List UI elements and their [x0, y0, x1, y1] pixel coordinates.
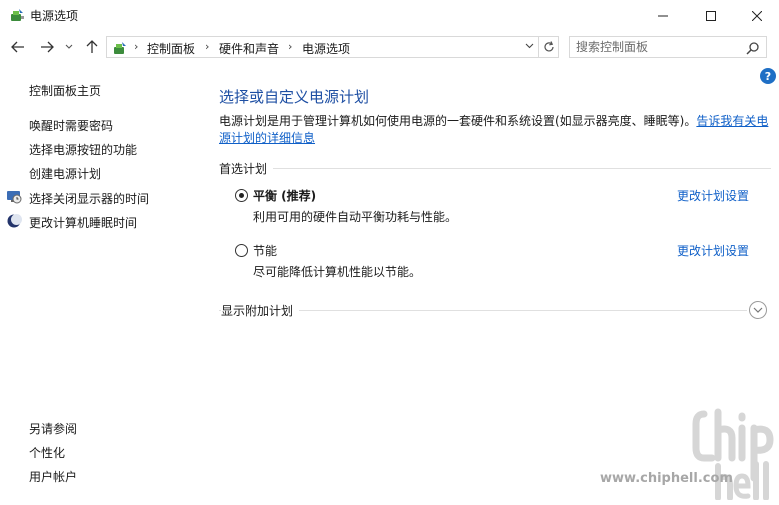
close-button[interactable] — [734, 0, 779, 31]
back-button[interactable] — [8, 37, 28, 57]
arrow-up-icon — [86, 40, 98, 53]
chevron-right-icon[interactable]: › — [205, 40, 209, 53]
sidebar-item-sleep-time[interactable]: 更改计算机睡眠时间 — [29, 214, 137, 231]
title-bar: 电源选项 — [0, 0, 779, 31]
description-text: 电源计划是用于管理计算机如何使用电源的一套硬件和系统设置(如显示器亮度、睡眠等)… — [219, 114, 697, 128]
plan-balanced-name[interactable]: 平衡 (推荐) — [253, 187, 316, 204]
minimize-button[interactable] — [640, 0, 686, 31]
plan-power-saver-name[interactable]: 节能 — [253, 242, 277, 259]
sidebar-item-control-panel-home[interactable]: 控制面板主页 — [29, 82, 101, 99]
minimize-icon — [658, 15, 668, 16]
arrow-right-icon — [41, 41, 54, 53]
maximize-button[interactable] — [688, 0, 734, 31]
navigation-bar: › 控制面板 › 硬件和声音 › 电源选项 — [0, 31, 779, 63]
divider — [219, 168, 771, 169]
monitor-clock-icon — [6, 189, 22, 205]
window-title: 电源选项 — [30, 9, 79, 23]
forward-button[interactable] — [37, 37, 57, 57]
plan-power-saver-settings-link[interactable]: 更改计划设置 — [677, 242, 749, 259]
chevron-down-icon — [525, 43, 533, 49]
maximize-icon — [706, 10, 716, 21]
preferred-plans-heading: 首选计划 — [219, 160, 274, 177]
search-icon[interactable] — [746, 40, 760, 59]
plan-balanced-radio[interactable] — [235, 189, 248, 202]
chevron-right-icon: › — [134, 40, 139, 53]
plan-balanced-description: 利用可用的硬件自动平衡功耗与性能。 — [253, 210, 458, 224]
sidebar-item-display-off-time[interactable]: 选择关闭显示器的时间 — [29, 190, 149, 207]
chevron-down-icon — [753, 307, 763, 313]
breadcrumb-control-panel[interactable]: 控制面板 — [147, 40, 195, 57]
search-input[interactable] — [576, 39, 742, 55]
sidebar-item-user-accounts[interactable]: 用户帐户 — [29, 468, 77, 485]
help-icon[interactable]: ? — [760, 68, 776, 84]
watermark-site-text: www.chiphell.com — [600, 471, 733, 486]
up-button[interactable] — [82, 37, 102, 57]
search-box[interactable] — [569, 36, 767, 58]
chevron-down-icon — [65, 44, 73, 49]
sidebar-item-create-plan[interactable]: 创建电源计划 — [29, 165, 101, 182]
sidebar-item-wake-password[interactable]: 唤醒时需要密码 — [29, 117, 113, 134]
breadcrumb-hardware-sound[interactable]: 硬件和声音 — [219, 40, 279, 57]
power-options-app-icon — [9, 7, 25, 23]
refresh-icon — [543, 41, 554, 52]
address-bar[interactable]: › 控制面板 › 硬件和声音 › 电源选项 — [106, 36, 539, 58]
sidebar-item-power-buttons[interactable]: 选择电源按钮的功能 — [29, 141, 137, 158]
plan-balanced-settings-link[interactable]: 更改计划设置 — [677, 187, 749, 204]
page-title: 选择或自定义电源计划 — [219, 88, 370, 106]
show-additional-plans-toggle[interactable]: 显示附加计划 — [221, 302, 300, 319]
breadcrumb-power-options[interactable]: 电源选项 — [302, 40, 350, 57]
expand-button[interactable] — [749, 301, 767, 319]
see-also-heading: 另请参阅 — [29, 422, 78, 436]
close-icon — [752, 10, 762, 21]
page-description: 电源计划是用于管理计算机如何使用电源的一套硬件和系统设置(如显示器亮度、睡眠等)… — [219, 113, 771, 147]
address-dropdown-button[interactable] — [520, 36, 538, 56]
plan-power-saver-radio[interactable] — [235, 244, 248, 257]
plan-power-saver-description: 尽可能降低计算机性能以节能。 — [253, 265, 422, 279]
control-panel-icon — [112, 40, 128, 56]
arrow-left-icon — [11, 41, 24, 53]
recent-locations-button[interactable] — [62, 37, 76, 57]
chiphell-watermark: www.chiphell.com — [600, 408, 774, 500]
sidebar-item-personalization[interactable]: 个性化 — [29, 444, 65, 461]
moon-icon — [6, 213, 22, 229]
refresh-button[interactable] — [539, 36, 559, 58]
chevron-right-icon[interactable]: › — [288, 40, 292, 53]
